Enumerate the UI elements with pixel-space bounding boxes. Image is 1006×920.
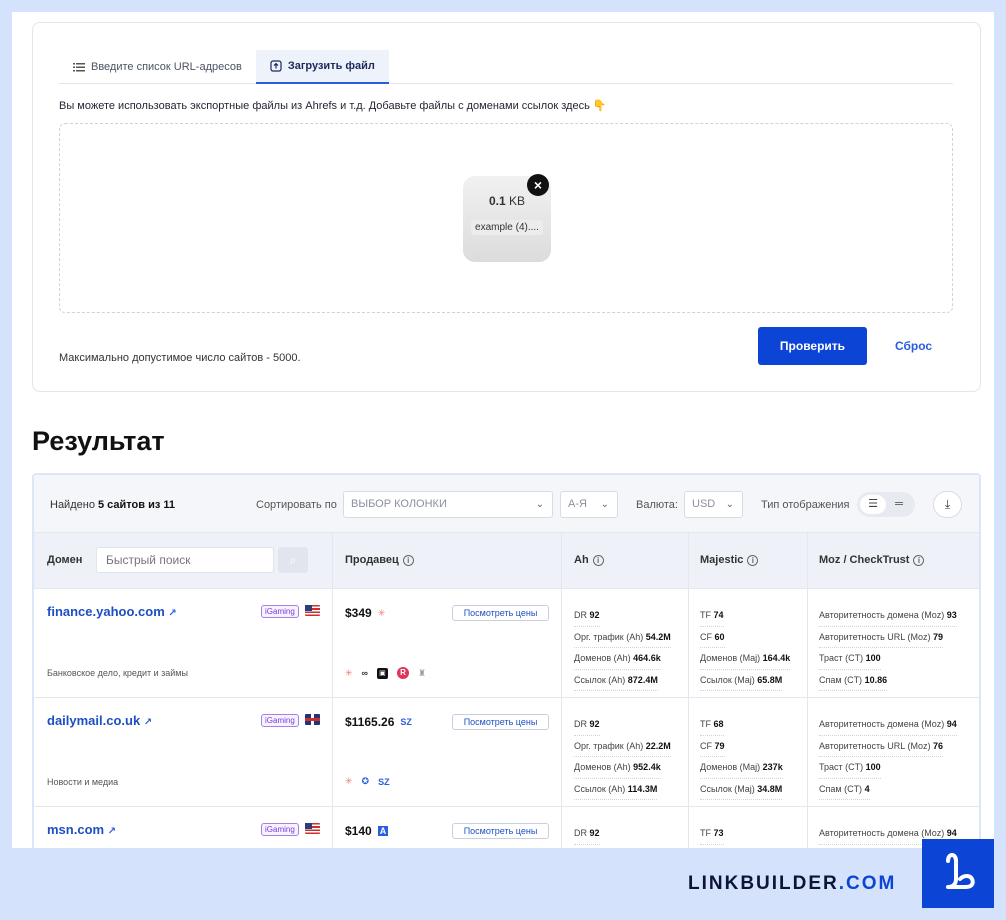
download-icon[interactable]: ⤓ (933, 491, 962, 518)
found-count: Найдено 5 сайтов из 11 (50, 499, 175, 511)
upload-icon (270, 60, 282, 72)
domain-link[interactable]: msn.com ↗ (47, 822, 116, 837)
col-domain: Домен (47, 554, 83, 566)
upload-hint: Вы можете использовать экспортные файлы … (59, 100, 607, 112)
brand-wordmark: LINKBUILDER.COM (688, 873, 897, 894)
col-seller: Продавец i (345, 554, 414, 566)
file-dropzone[interactable]: 0.1 KB example (4).... × (59, 123, 953, 313)
file-size: 0.1 KB (488, 194, 526, 208)
marketplace-icon[interactable]: ▣ (376, 667, 388, 679)
seller-price: $140 A (345, 824, 389, 838)
external-link-icon: ↗ (143, 717, 153, 728)
moz-metrics: Авторитетность домена (Moz) 93 Авторитет… (819, 605, 957, 691)
igaming-badge: iGaming (261, 823, 299, 836)
currency-select[interactable]: USD ⌄ (684, 491, 743, 518)
table-row: finance.yahoo.com ↗ iGaming Банковское д… (34, 589, 979, 698)
marketplace-icon[interactable]: ✪ (362, 776, 370, 787)
view-prices-button[interactable]: Посмотреть цены (452, 714, 549, 730)
tab-url-list-label: Введите список URL-адресов (91, 61, 242, 73)
majestic-metrics: TF 73 (700, 823, 724, 845)
view-type-label: Тип отображения (761, 499, 850, 511)
view-prices-button[interactable]: Посмотреть цены (452, 605, 549, 621)
info-icon[interactable]: i (402, 554, 414, 566)
ah-metrics: DR 92 Орг. трафик (Ah) 54.2M Доменов (Ah… (574, 605, 671, 691)
us-flag-icon (305, 823, 320, 834)
marketplace-icon[interactable]: SZ (378, 777, 390, 787)
tab-upload-file[interactable]: Загрузить файл (255, 50, 389, 84)
input-tabs: Введите список URL-адресов Загрузить фай… (59, 50, 953, 84)
list-icon (73, 63, 85, 72)
site-category: Банковское дело, кредит и займы (47, 668, 188, 678)
seller-logo-icon: A (377, 826, 389, 836)
sort-column-select[interactable]: ВЫБОР КОЛОНКИ ⌄ (343, 491, 553, 518)
view-type-toggle: ☰ ═ (857, 492, 915, 517)
reset-button[interactable]: Сброс (895, 339, 932, 353)
seller-logo-icon: SZ (400, 717, 412, 727)
moz-metrics: Авторитетность домена (Moz) 94 Авторитет… (819, 714, 957, 800)
ah-metrics: DR 92 Орг. трафик (Ah) 22.2M Доменов (Ah… (574, 714, 671, 800)
search-icon[interactable]: ⌕ (278, 547, 308, 573)
external-link-icon: ↗ (168, 608, 177, 619)
domain-link[interactable]: finance.yahoo.com ↗ (47, 604, 177, 619)
chevron-down-icon: ⌄ (725, 499, 734, 510)
external-link-icon: ↗ (107, 826, 117, 837)
file-name: example (4).... (471, 220, 543, 235)
results-title: Результат (32, 426, 165, 456)
marketplace-icon[interactable]: ✳ (345, 776, 353, 787)
list-view-icon[interactable]: ☰ (860, 495, 886, 514)
us-flag-icon (305, 605, 320, 616)
table-header: Домен ⌕ Продавецi Ahi Majestici Moz / Ch… (34, 533, 979, 589)
majestic-metrics: TF 68 CF 79 Доменов (Maj) 237k Ссылок (M… (700, 714, 783, 800)
seller-logo-icon: ✳ (377, 607, 386, 618)
seller-price: $349 ✳ (345, 606, 386, 620)
logo-mark (946, 853, 975, 889)
page: Введите список URL-адресов Загрузить фай… (12, 12, 994, 848)
marketplace-icon[interactable]: ∞ (362, 668, 368, 678)
majestic-metrics: TF 74 CF 60 Доменов (Maj) 164.4k Ссылок … (700, 605, 791, 691)
ah-metrics: DR 92 (574, 823, 600, 845)
chevron-down-icon: ⌄ (600, 499, 609, 510)
table-row: dailymail.co.uk ↗ iGaming Новости и меди… (34, 698, 979, 807)
table-row: msn.com ↗ iGaming $140 A Посмотреть цены … (34, 807, 979, 848)
quick-search-input[interactable] (96, 547, 274, 573)
results-panel: Найдено 5 сайтов из 11 Сортировать по ВЫ… (32, 473, 981, 848)
info-icon[interactable]: i (913, 554, 925, 566)
compact-view-icon[interactable]: ═ (886, 495, 912, 514)
check-button[interactable]: Проверить (758, 327, 867, 365)
tab-upload-file-label: Загрузить файл (287, 60, 375, 72)
marketplace-icons: ✳ ✪ SZ (345, 776, 390, 787)
domain-link[interactable]: dailymail.co.uk ↗ (47, 713, 152, 728)
sort-label: Сортировать по (256, 499, 337, 511)
max-sites-note: Максимально допустимое число сайтов - 50… (59, 352, 301, 364)
col-ah: Ah i (574, 554, 604, 566)
igaming-badge: iGaming (261, 714, 299, 727)
linkbuilder-logo-icon (922, 839, 994, 908)
seller-price: $1165.26 SZ (345, 715, 412, 729)
marketplace-icons: ✳ ∞ ▣ R ♜ (345, 667, 426, 679)
uk-flag-icon (305, 714, 320, 725)
col-majestic: Majestic i (700, 554, 759, 566)
results-toolbar: Найдено 5 сайтов из 11 Сортировать по ВЫ… (34, 475, 979, 533)
col-moz: Moz / CheckTrust i (819, 554, 925, 566)
marketplace-icon[interactable]: ♜ (418, 668, 426, 679)
sort-order-select[interactable]: А-Я ⌄ (560, 491, 618, 518)
info-icon[interactable]: i (592, 554, 604, 566)
chevron-down-icon: ⌄ (535, 499, 544, 510)
marketplace-icon[interactable]: R (396, 667, 409, 679)
marketplace-icon[interactable]: ✳ (345, 668, 353, 679)
view-prices-button[interactable]: Посмотреть цены (452, 823, 549, 839)
upload-card: Введите список URL-адресов Загрузить фай… (32, 22, 981, 392)
currency-label: Валюта: (636, 499, 678, 511)
tab-url-list[interactable]: Введите список URL-адресов (59, 50, 256, 84)
igaming-badge: iGaming (261, 605, 299, 618)
site-category: Новости и медиа (47, 777, 119, 787)
info-icon[interactable]: i (747, 554, 759, 566)
remove-file-icon[interactable]: × (527, 174, 549, 196)
